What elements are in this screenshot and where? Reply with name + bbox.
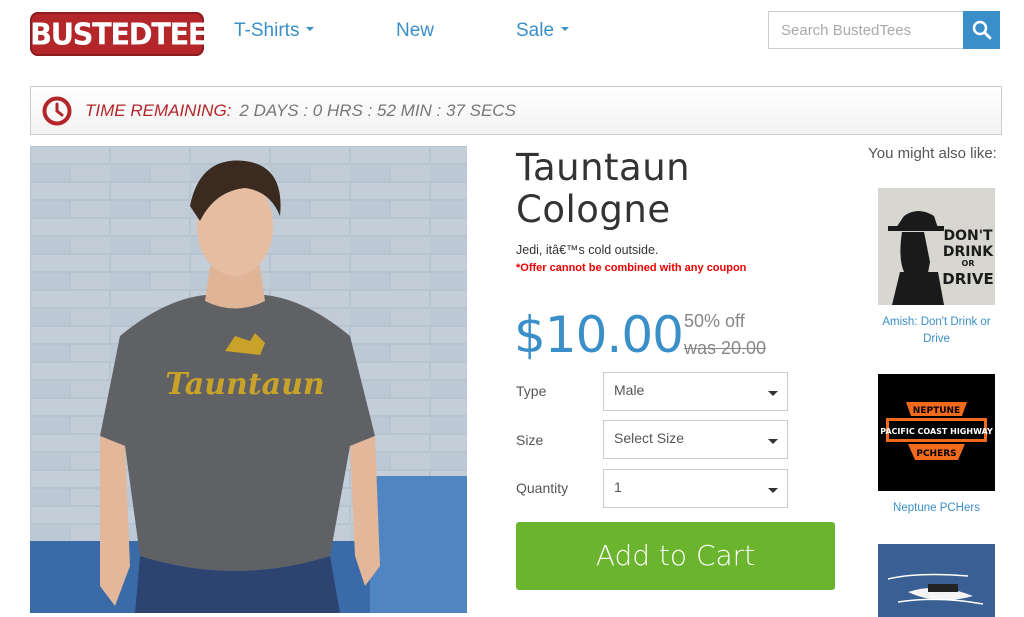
type-select[interactable]: Male xyxy=(603,372,788,411)
product-title-line1: Tauntaun xyxy=(516,146,691,189)
recommendation-thumb-amish[interactable]: DON'T DRINK OR DRIVE xyxy=(878,188,995,305)
nav-tshirts[interactable]: T-Shirts xyxy=(234,19,315,43)
recommendation-label-neptune[interactable]: Neptune PCHers xyxy=(872,500,1001,517)
thumb-print-line3: OR xyxy=(962,259,975,268)
time-remaining-label: TIME REMAINING: xyxy=(85,100,232,120)
quantity-select[interactable]: 1 xyxy=(603,469,788,508)
thumb-print-line3: PCHERS xyxy=(916,449,956,459)
product-price: $10.00 xyxy=(514,306,684,364)
offer-note: *Offer cannot be combined with any coupo… xyxy=(516,262,747,274)
type-select-value: Male xyxy=(614,382,645,398)
size-label: Size xyxy=(516,432,544,448)
caret-down-icon xyxy=(768,488,778,493)
thumb-print-line4: DRIVE xyxy=(942,270,993,288)
search-icon xyxy=(972,20,991,40)
nav-new-label: New xyxy=(396,20,435,41)
size-select-value: Select Size xyxy=(614,430,685,446)
thumb-print-line1: NEPTUNE xyxy=(913,406,960,416)
thumb-print-line2: DRINK xyxy=(943,244,994,260)
recommendation-thumb-neptune[interactable]: NEPTUNE PACIFIC COAST HIGHWAY PCHERS xyxy=(878,374,995,491)
shirt-print-text: Tauntaun xyxy=(165,367,324,402)
busted-tees-logo[interactable]: BUSTEDTEES xyxy=(30,11,227,57)
nav-tshirts-label: T-Shirts xyxy=(234,20,300,41)
quantity-label: Quantity xyxy=(516,480,569,496)
recommendations-heading: You might also like: xyxy=(868,145,997,162)
product-image: Tauntaun xyxy=(30,146,467,613)
discount-percent: 50% off xyxy=(684,311,745,331)
thumb-print-line1: DON'T xyxy=(943,228,993,244)
type-label: Type xyxy=(516,383,547,399)
recommendation-label-amish[interactable]: Amish: Don't Drink or Drive xyxy=(872,314,1001,348)
nav-new[interactable]: New xyxy=(396,19,434,43)
add-to-cart-button[interactable]: Add to Cart xyxy=(516,522,835,590)
quantity-select-value: 1 xyxy=(614,479,622,495)
countdown-bar: TIME REMAINING: 2 DAYS : 0 HRS : 52 MIN … xyxy=(30,86,1002,135)
original-price: was 20.00 xyxy=(684,338,767,358)
product-title: Tauntaun Cologne xyxy=(516,147,816,231)
caret-down-icon xyxy=(768,391,778,396)
clock-icon xyxy=(42,96,72,125)
nav-sale-label: Sale xyxy=(516,20,555,41)
product-title-line2: Cologne xyxy=(516,188,671,231)
product-description: Jedi, itâ€™s cold outside. xyxy=(516,243,659,257)
caret-down-icon xyxy=(306,26,315,31)
search-input[interactable] xyxy=(768,11,964,49)
size-select[interactable]: Select Size xyxy=(603,420,788,459)
recommendation-thumb-boat[interactable] xyxy=(878,544,995,617)
search-button[interactable] xyxy=(963,11,1000,49)
time-remaining-value: 2 DAYS : 0 HRS : 52 MIN : 37 SECS xyxy=(239,100,516,120)
caret-down-icon xyxy=(768,439,778,444)
thumb-print-line2: PACIFIC COAST HIGHWAY xyxy=(880,427,993,436)
nav-sale[interactable]: Sale xyxy=(516,19,570,43)
caret-down-icon xyxy=(561,26,570,31)
